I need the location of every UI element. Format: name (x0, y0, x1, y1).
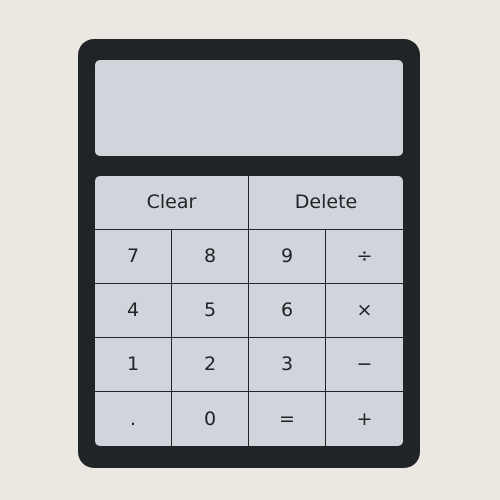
delete-button-label: Delete (294, 191, 358, 213)
digit-6-label: 6 (280, 299, 294, 321)
digit-6-button[interactable]: 6 (249, 284, 326, 338)
delete-button[interactable]: Delete (249, 176, 403, 230)
subtract-label: − (356, 353, 373, 375)
add-label: + (356, 407, 373, 430)
digit-1-button[interactable]: 1 (95, 338, 172, 392)
digit-0-button[interactable]: 0 (172, 392, 249, 446)
digit-2-button[interactable]: 2 (172, 338, 249, 392)
digit-4-label: 4 (126, 299, 140, 321)
digit-9-button[interactable]: 9 (249, 230, 326, 284)
digit-7-button[interactable]: 7 (95, 230, 172, 284)
subtract-button[interactable]: − (326, 338, 403, 392)
decimal-button[interactable]: . (95, 392, 172, 446)
digit-1-label: 1 (126, 353, 140, 375)
multiply-label: × (356, 299, 373, 321)
equals-button[interactable]: = (249, 392, 326, 446)
digit-8-label: 8 (203, 245, 217, 267)
multiply-button[interactable]: × (326, 284, 403, 338)
digit-4-button[interactable]: 4 (95, 284, 172, 338)
digit-3-button[interactable]: 3 (249, 338, 326, 392)
divide-button[interactable]: ÷ (326, 230, 403, 284)
digit-0-label: 0 (203, 407, 217, 430)
divide-label: ÷ (356, 245, 373, 267)
digit-5-button[interactable]: 5 (172, 284, 249, 338)
keypad: Clear Delete 7 8 9 ÷ 4 5 6 × 1 2 3 − . 0… (95, 176, 403, 446)
digit-9-label: 9 (280, 245, 294, 267)
clear-button[interactable]: Clear (95, 176, 249, 230)
add-button[interactable]: + (326, 392, 403, 446)
digit-3-label: 3 (280, 353, 294, 375)
equals-label: = (279, 407, 295, 430)
digit-7-label: 7 (126, 245, 140, 267)
calculator: Clear Delete 7 8 9 ÷ 4 5 6 × 1 2 3 − . 0… (78, 39, 420, 468)
decimal-label: . (129, 407, 137, 430)
clear-button-label: Clear (146, 191, 197, 213)
digit-2-label: 2 (203, 353, 217, 375)
digit-8-button[interactable]: 8 (172, 230, 249, 284)
digit-5-label: 5 (203, 299, 217, 321)
calculator-display (95, 60, 403, 156)
